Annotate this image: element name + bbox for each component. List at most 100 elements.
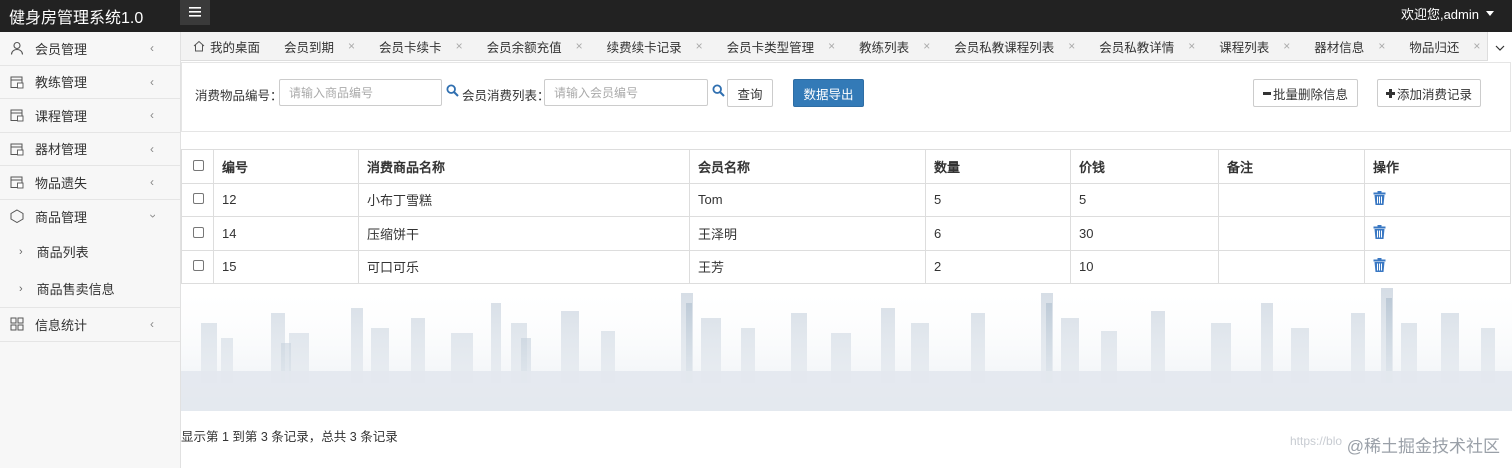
chevron-left-icon: ‹ [150, 141, 154, 156]
trash-icon[interactable] [1373, 191, 1386, 206]
tab-label: 会员私教课程列表 [954, 40, 1055, 55]
trash-icon[interactable] [1373, 258, 1386, 273]
chevron-left-icon: ‹ [150, 74, 154, 89]
tab-equipment-info[interactable]: 器材信息 × [1302, 32, 1397, 61]
sidebar-item-members[interactable]: 会员管理 ‹ [0, 32, 180, 66]
tab-coach-list[interactable]: 教练列表 × [847, 32, 942, 61]
watermark-url: https://blo [1290, 434, 1343, 448]
user-icon [10, 41, 24, 55]
sidebar-item-coaches[interactable]: 教练管理 ‹ [0, 66, 180, 99]
sidebar-item-products[interactable]: 商品管理 ‹ [0, 200, 180, 234]
close-icon[interactable]: × [348, 39, 355, 53]
sidebar-item-statistics[interactable]: 信息统计 ‹ [0, 308, 180, 342]
chevron-down-icon [1495, 39, 1505, 54]
close-icon[interactable]: × [1283, 39, 1290, 53]
cell-product: 可口可乐 [358, 249, 690, 284]
tab-member-expiry[interactable]: 会员到期 × [272, 32, 367, 61]
tab-card-renewal[interactable]: 会员卡续卡 × [367, 32, 475, 61]
tab-item-return[interactable]: 物品归还 × [1397, 32, 1492, 61]
select-all-checkbox[interactable] [193, 159, 204, 171]
chevron-left-icon: ‹ [150, 317, 154, 332]
table-row: 12 小布丁雪糕 Tom 5 5 [181, 182, 1511, 217]
top-navbar: 健身房管理系统1.0 欢迎您,admin [0, 0, 1512, 32]
tab-balance-recharge[interactable]: 会员余额充值 × [475, 32, 595, 61]
cell-id: 12 [213, 182, 359, 217]
table-header-row: 编号 消费商品名称 会员名称 数量 价钱 备注 操作 [181, 149, 1511, 184]
query-button[interactable]: 查询 [727, 79, 773, 107]
search-icon[interactable] [712, 84, 725, 100]
tab-home[interactable]: 我的桌面 [181, 32, 272, 61]
trash-icon[interactable] [1373, 224, 1386, 239]
search-icon[interactable] [446, 84, 459, 100]
tab-label: 会员卡续卡 [379, 40, 442, 55]
tab-label: 课程列表 [1219, 40, 1270, 55]
cell-member: 王泽明 [689, 216, 926, 251]
tab-private-details[interactable]: 会员私教详情 × [1087, 32, 1207, 61]
column-header-note[interactable]: 备注 [1218, 149, 1365, 184]
calendar-icon [10, 175, 24, 189]
column-header-quantity[interactable]: 数量 [925, 149, 1071, 184]
tab-label: 会员卡类型管理 [726, 40, 815, 55]
item-id-input[interactable] [279, 79, 442, 106]
tab-label: 会员私教详情 [1099, 40, 1175, 55]
close-icon[interactable]: × [828, 39, 835, 53]
sidebar-subitem-product-sales[interactable]: › 商品售卖信息 [0, 270, 180, 307]
row-checkbox[interactable] [193, 193, 204, 205]
cell-quantity: 6 [925, 216, 1071, 251]
row-select-cell [181, 182, 214, 217]
cell-price: 30 [1070, 216, 1219, 251]
tab-label: 教练列表 [859, 40, 910, 55]
menu-toggle-button[interactable] [180, 0, 210, 25]
cell-note [1218, 249, 1365, 284]
user-menu[interactable]: 欢迎您,admin [1401, 4, 1494, 23]
column-header-member[interactable]: 会员名称 [689, 149, 926, 184]
chevron-left-icon: ‹ [150, 108, 154, 123]
cell-quantity: 2 [925, 249, 1071, 284]
item-id-label: 消费物品编号： [195, 89, 283, 103]
sidebar-item-label: 物品遗失 [35, 175, 88, 191]
close-icon[interactable]: × [1068, 39, 1075, 53]
sidebar-item-label: 会员管理 [35, 41, 88, 57]
close-icon[interactable]: × [1473, 39, 1480, 53]
home-icon [193, 40, 205, 52]
column-header-product[interactable]: 消费商品名称 [358, 149, 690, 184]
tabs-dropdown-button[interactable] [1487, 32, 1512, 61]
hamburger-icon [189, 5, 201, 20]
close-icon[interactable]: × [923, 39, 930, 53]
close-icon[interactable]: × [696, 39, 703, 53]
records-table: 编号 消费商品名称 会员名称 数量 价钱 备注 操作 12 小布丁雪糕 Tom … [181, 149, 1511, 284]
sidebar-subitem-product-list[interactable]: › 商品列表 [0, 233, 180, 270]
close-icon[interactable]: × [456, 39, 463, 53]
tab-card-types[interactable]: 会员卡类型管理 × [715, 32, 848, 61]
column-header-price[interactable]: 价钱 [1070, 149, 1219, 184]
sidebar-item-equipment[interactable]: 器材管理 ‹ [0, 133, 180, 166]
add-record-label: 添加消费记录 [1396, 87, 1472, 102]
tab-course-list[interactable]: 课程列表 × [1207, 32, 1302, 61]
cell-note [1218, 182, 1365, 217]
add-record-button[interactable]: 添加消费记录 [1377, 79, 1481, 107]
chevron-left-icon: ‹ [150, 41, 154, 56]
watermark-text: @稀土掘金技术社区 [1346, 437, 1500, 456]
pagination-summary: 显示第 1 到第 3 条记录，总共 3 条记录 [181, 430, 398, 444]
member-id-input[interactable] [544, 79, 708, 106]
sidebar: 会员管理 ‹ 教练管理 ‹ 课程管理 ‹ 器材管理 ‹ 物品遗失 ‹ 商品管理 … [0, 32, 181, 468]
sidebar-item-lost-items[interactable]: 物品遗失 ‹ [0, 166, 180, 200]
row-checkbox[interactable] [193, 226, 204, 238]
tab-label: 我的桌面 [210, 40, 261, 55]
export-button[interactable]: 数据导出 [793, 79, 864, 107]
sidebar-item-courses[interactable]: 课程管理 ‹ [0, 99, 180, 133]
close-icon[interactable]: × [1188, 39, 1195, 53]
submenu-products: › 商品列表 › 商品售卖信息 [0, 233, 180, 308]
tab-renewal-records[interactable]: 续费续卡记录 × [595, 32, 715, 61]
app-title: 健身房管理系统1.0 [9, 10, 144, 27]
table-row: 15 可口可乐 王芳 2 10 [181, 249, 1511, 284]
cell-product: 压缩饼干 [358, 216, 690, 251]
cell-id: 14 [213, 216, 359, 251]
row-checkbox[interactable] [193, 260, 204, 272]
close-icon[interactable]: × [576, 39, 583, 53]
batch-delete-button[interactable]: 批量删除信息 [1253, 79, 1358, 107]
close-icon[interactable]: × [1378, 39, 1385, 53]
tab-private-courses[interactable]: 会员私教课程列表 × [942, 32, 1087, 61]
tab-label: 器材信息 [1314, 40, 1365, 55]
column-header-id[interactable]: 编号 [213, 149, 359, 184]
